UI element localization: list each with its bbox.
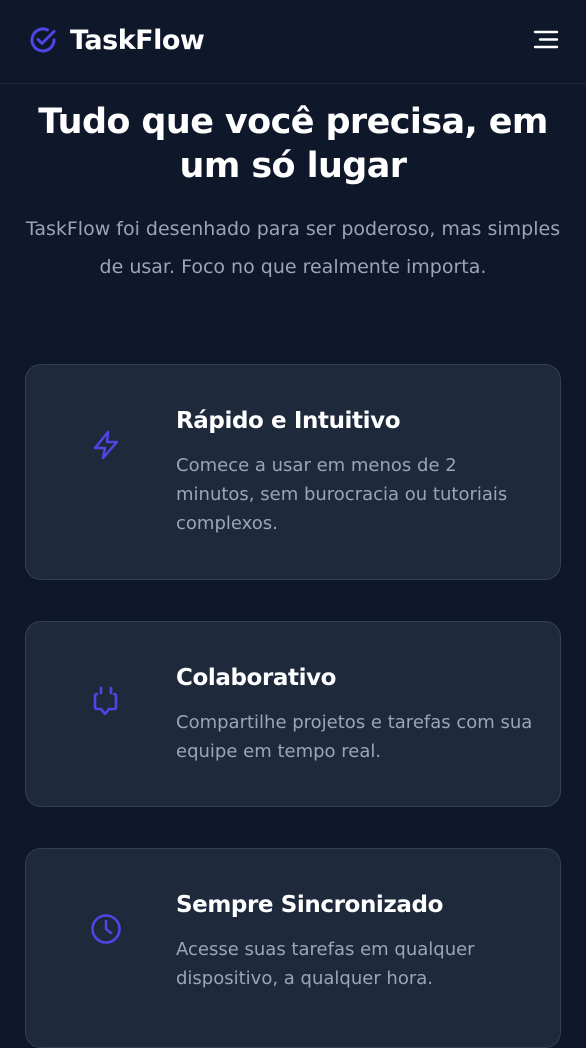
feature-card-fast: Rápido e Intuitivo Comece a usar em meno… <box>25 364 561 580</box>
feature-description: Acesse suas tarefas em qualquer disposit… <box>176 939 475 989</box>
chat-icon <box>93 686 118 716</box>
feature-title: Rápido e Intuitivo <box>176 408 401 434</box>
feature-card-collaborative: Colaborativo Compartilhe projetos e tare… <box>25 621 561 807</box>
feature-title: Colaborativo <box>176 665 337 691</box>
brand-logo-link[interactable]: TaskFlow <box>27 22 205 58</box>
top-navbar: TaskFlow <box>0 0 586 84</box>
check-circle-icon <box>30 27 56 53</box>
brand-name: TaskFlow <box>70 24 205 56</box>
feature-title: Sempre Sincronizado <box>176 892 443 918</box>
lightning-icon <box>93 430 119 460</box>
menu-icon <box>533 30 559 49</box>
feature-description: Comece a usar em menos de 2 minutos, sem… <box>176 455 508 534</box>
page-title: Tudo que você precisa, em um só lugar <box>38 102 548 186</box>
feature-card-synced: Sempre Sincronizado Acesse suas tarefas … <box>25 848 561 1048</box>
clock-icon <box>91 914 121 944</box>
features-hero: Tudo que você precisa, em um só lugar Ta… <box>0 100 586 286</box>
feature-description: Compartilhe projetos e tarefas com sua e… <box>176 712 533 762</box>
page-subtitle: TaskFlow foi desenhado para ser poderoso… <box>25 218 561 278</box>
menu-button[interactable] <box>530 27 560 53</box>
